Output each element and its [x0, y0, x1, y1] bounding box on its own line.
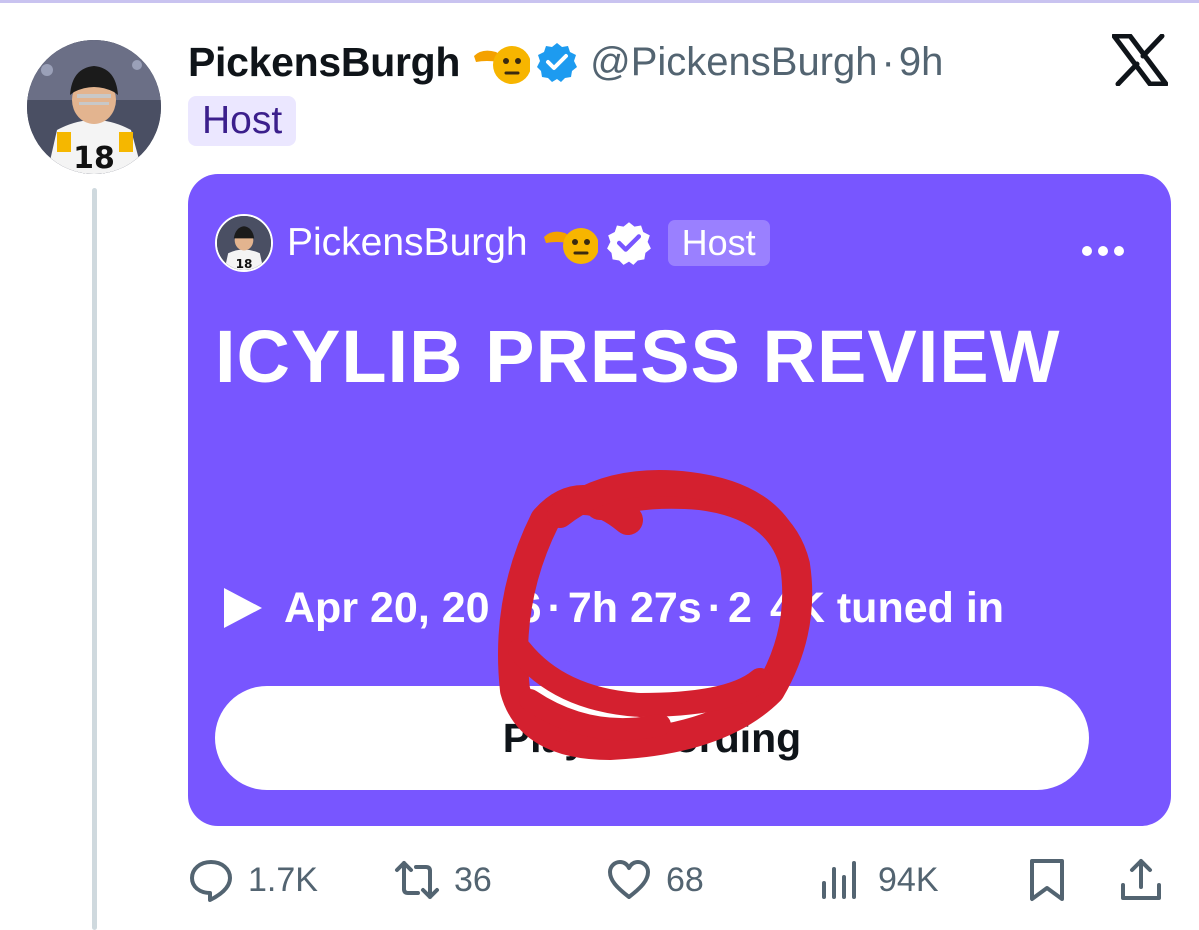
space-title: ICYLIB PRESS REVIEW	[215, 315, 1061, 398]
meta-dot: ·	[707, 583, 723, 632]
play-icon	[222, 586, 264, 630]
dot-separator: ·	[881, 39, 895, 84]
space-listeners-head: 2	[728, 583, 752, 632]
share-button[interactable]	[1118, 852, 1178, 908]
views-button[interactable]: 94K	[818, 852, 939, 908]
space-duration: 7h 27s	[567, 583, 702, 632]
repost-button[interactable]: 36	[394, 852, 492, 908]
author-handle[interactable]: @PickensBurgh	[590, 40, 877, 85]
host-role-badge: Host	[188, 96, 297, 146]
space-date: Apr 20, 20	[284, 583, 490, 632]
share-icon	[1121, 859, 1161, 900]
repost-icon	[395, 861, 439, 899]
author-avatar[interactable]: 18	[27, 40, 161, 174]
more-options-icon[interactable]	[1081, 244, 1125, 258]
space-card-header: 18 PickensBurgh Host	[215, 212, 770, 274]
avatar-image: 18	[27, 40, 161, 174]
host-name[interactable]: PickensBurgh	[287, 221, 528, 265]
views-count: 94K	[878, 860, 939, 899]
play-recording-button[interactable]: Play Recording	[215, 686, 1089, 790]
like-button[interactable]: 68	[606, 852, 704, 908]
bookmark-button[interactable]	[1024, 852, 1084, 908]
post-actions: 1.7K 36 68 94K	[188, 852, 1171, 908]
views-chart-icon	[822, 861, 856, 899]
space-card[interactable]: 18 PickensBurgh Host ICYLIB PRESS REVIEW…	[188, 174, 1171, 826]
saluting-face-emoji-icon	[472, 38, 532, 86]
space-listeners: 4K tuned in	[769, 583, 1005, 632]
like-count: 68	[666, 860, 704, 899]
svg-text:18: 18	[236, 257, 253, 270]
verified-badge-icon	[536, 41, 578, 83]
post-timestamp[interactable]: 9h	[899, 40, 944, 85]
host-badge: Host	[667, 220, 770, 266]
host-avatar: 18	[215, 214, 273, 272]
space-meta: Apr 20, 20 6 · 7h 27s · 2 4K tuned in	[222, 576, 1004, 640]
play-recording-label: Play Recording	[502, 714, 802, 761]
repost-count: 36	[454, 860, 492, 899]
verified-badge-icon	[606, 220, 652, 266]
thread-line	[92, 188, 97, 930]
author-display-name[interactable]: PickensBurgh	[188, 39, 460, 86]
svg-text:18: 18	[73, 141, 115, 174]
space-date-tail: 6	[517, 583, 542, 632]
meta-dot: ·	[547, 583, 562, 632]
reply-icon	[190, 860, 232, 902]
top-divider	[0, 0, 1199, 3]
heart-icon	[608, 860, 650, 899]
reply-button[interactable]: 1.7K	[188, 852, 318, 908]
post-header: PickensBurgh @PickensBurgh · 9h	[188, 34, 943, 90]
reply-count: 1.7K	[248, 860, 318, 899]
saluting-face-emoji-icon	[542, 220, 599, 266]
x-logo-icon	[1111, 33, 1169, 87]
bookmark-icon	[1030, 859, 1064, 901]
